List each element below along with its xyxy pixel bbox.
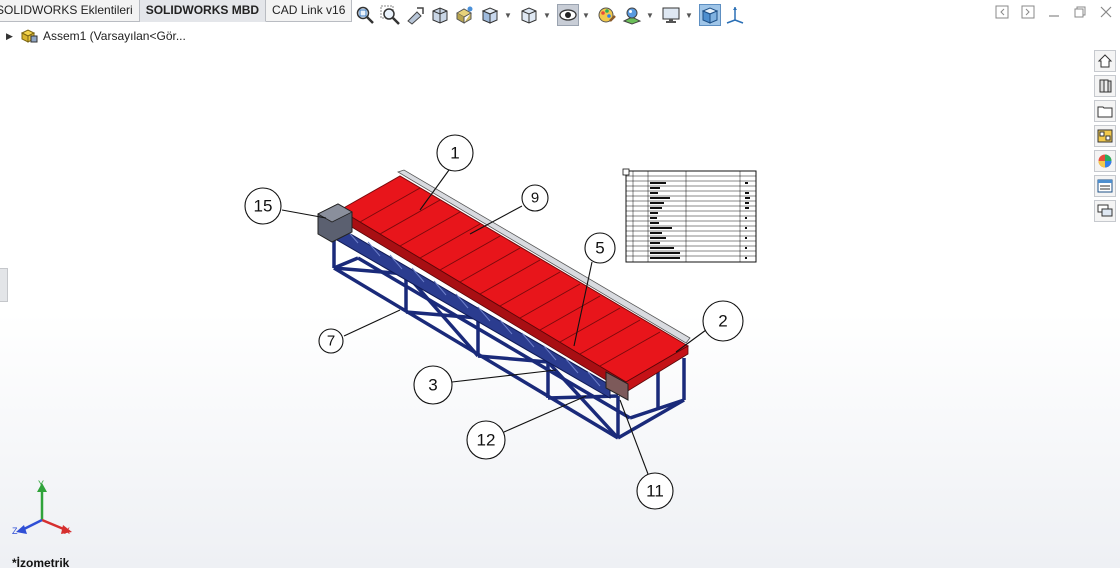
- balloons: [244, 134, 744, 510]
- panel-left-icon[interactable]: [994, 4, 1010, 20]
- task-pane-tabs: [1094, 50, 1116, 222]
- close-icon[interactable]: [1098, 4, 1114, 20]
- tab-solidworks-mbd[interactable]: SOLIDWORKS MBD: [139, 0, 267, 22]
- heads-up-view-toolbar: ▼ ▼ ▼ ▼ ▼: [354, 3, 749, 27]
- balloon-3: 3: [428, 376, 437, 395]
- tab-cad-link[interactable]: CAD Link v16: [266, 0, 353, 22]
- view-selector-icon[interactable]: [699, 4, 721, 26]
- file-explorer-icon[interactable]: [1094, 100, 1116, 122]
- display-style-icon[interactable]: [518, 4, 540, 26]
- triad-y-label: Y: [38, 479, 44, 489]
- balloon-1: 1: [450, 144, 459, 163]
- assembly-icon: [20, 28, 38, 44]
- view-orientation-dropdown[interactable]: ▼: [504, 4, 512, 26]
- balloon-15: 15: [254, 197, 273, 216]
- hide-show-items-icon[interactable]: [557, 4, 579, 26]
- tree-root-label[interactable]: Assem1 (Varsayılan<Gör...: [43, 29, 186, 43]
- balloon-labels: 1 15 9 5 2 7 3 12 11: [254, 144, 728, 501]
- balloon-7: 7: [327, 333, 335, 350]
- minimize-icon[interactable]: [1046, 4, 1062, 20]
- conveyor-assembly-model: [317, 169, 691, 440]
- graphics-area[interactable]: 1 15 9 5 2 7 3 12 11: [0, 0, 1120, 568]
- balloon-11: 11: [646, 482, 664, 501]
- solidworks-resources-icon[interactable]: [1094, 50, 1116, 72]
- bom-table: [622, 168, 757, 263]
- expand-arrow-icon[interactable]: ▶: [6, 31, 16, 42]
- zoom-to-area-icon[interactable]: [379, 4, 401, 26]
- triad-z-label: Z: [12, 526, 18, 536]
- restore-icon[interactable]: [1072, 4, 1088, 20]
- reference-triad: Y X Z: [12, 479, 72, 536]
- view-palette-icon[interactable]: [1094, 125, 1116, 147]
- display-style-dropdown[interactable]: ▼: [543, 4, 551, 26]
- window-controls: [994, 4, 1114, 20]
- section-view-icon[interactable]: [429, 4, 451, 26]
- panel-collapse-handle[interactable]: [0, 268, 8, 302]
- view-settings-dropdown[interactable]: ▼: [685, 4, 693, 26]
- balloon-5: 5: [595, 239, 604, 258]
- balloon-2: 2: [718, 312, 727, 331]
- balloon-9: 9: [531, 190, 539, 207]
- feature-tree-flyout[interactable]: ▶ Assem1 (Varsayılan<Gör...: [6, 28, 186, 44]
- design-library-icon[interactable]: [1094, 75, 1116, 97]
- apply-scene-icon[interactable]: [621, 4, 643, 26]
- apply-scene-dropdown[interactable]: ▼: [646, 4, 654, 26]
- previous-view-icon[interactable]: [404, 4, 426, 26]
- balloon-12: 12: [477, 431, 496, 450]
- edit-appearance-icon[interactable]: [596, 4, 618, 26]
- hide-show-dropdown[interactable]: ▼: [582, 4, 590, 26]
- panel-right-icon[interactable]: [1020, 4, 1036, 20]
- view-settings-icon[interactable]: [660, 4, 682, 26]
- triad-x-label: X: [64, 526, 70, 536]
- dynamic-annotation-views-icon[interactable]: [454, 4, 476, 26]
- 3d-axis-icon[interactable]: [724, 4, 746, 26]
- view-orientation-icon[interactable]: [479, 4, 501, 26]
- custom-properties-icon[interactable]: [1094, 175, 1116, 197]
- ribbon-tab-bar: SOLIDWORKS Eklentileri SOLIDWORKS MBD CA…: [0, 0, 353, 22]
- forum-icon[interactable]: [1094, 200, 1116, 222]
- zoom-to-fit-icon[interactable]: [354, 4, 376, 26]
- tab-solidworks-eklentileri[interactable]: SOLIDWORKS Eklentileri: [0, 0, 140, 22]
- appearances-scenes-icon[interactable]: [1094, 150, 1116, 172]
- balloon-leaders: [281, 169, 707, 475]
